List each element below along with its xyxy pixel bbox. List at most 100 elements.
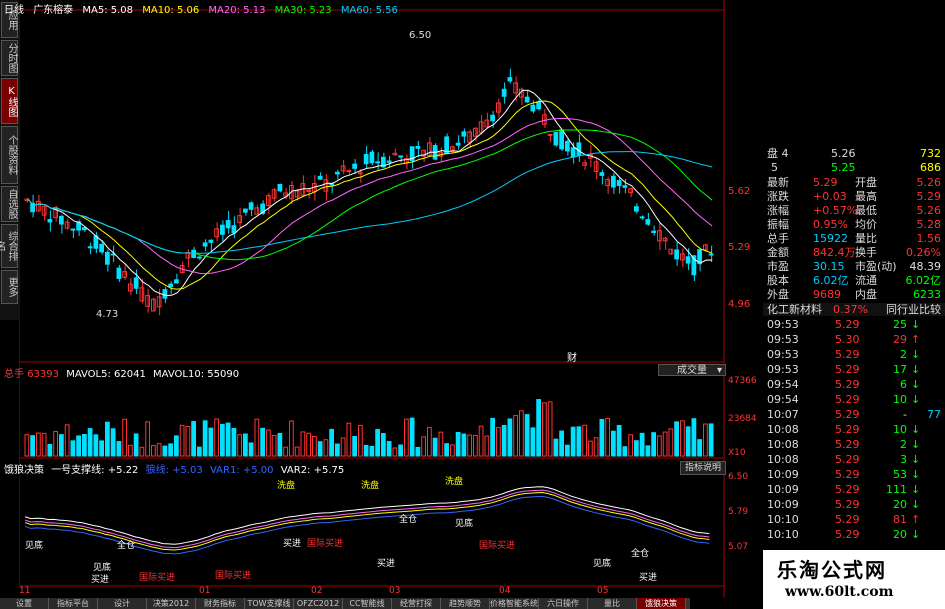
indicator-var2: VAR2: +5.75	[280, 465, 345, 476]
tick-volume: 53	[893, 468, 907, 481]
quote-row: 总手 15922 量比 1.56	[763, 232, 945, 245]
quote-row: 涨跌 +0.03 最高 5.29	[763, 190, 945, 203]
bottom-tab-7[interactable]: CC智能线	[343, 598, 392, 609]
volume-bar	[496, 426, 501, 457]
volume-bar	[323, 439, 329, 457]
candle-body	[93, 235, 99, 249]
date-tick: 03	[389, 586, 401, 596]
period-label[interactable]: 日线	[4, 5, 24, 16]
candle-body	[645, 219, 651, 225]
volume-bar	[507, 418, 513, 457]
finance-marker[interactable]: 财	[567, 349, 577, 364]
volume-bar	[168, 443, 173, 457]
quote-label: 市盈(动)	[855, 260, 897, 273]
indicator-help-button[interactable]: 指标说明	[680, 461, 726, 475]
left-tab-1[interactable]: 分时图	[1, 40, 18, 76]
tick-time: 09:54	[767, 393, 799, 406]
bottom-tab-11[interactable]: 六日操作	[539, 598, 588, 609]
volume-bar	[185, 425, 191, 457]
volume-bar	[392, 447, 398, 457]
ma60-value: MA60: 5.56	[340, 5, 398, 16]
indicator-signal-label: 见底	[593, 557, 611, 569]
volume-bar	[59, 434, 64, 457]
indicator-signal-label: 买进	[639, 572, 657, 583]
volume-bar	[133, 433, 139, 457]
left-tab-2[interactable]: K线图	[1, 78, 18, 124]
indicator-signal-label: 见底	[25, 539, 43, 551]
candle-body	[174, 279, 179, 284]
quote-label: 开盘	[855, 176, 877, 189]
bottom-tab-6[interactable]: OFZC2012	[294, 598, 343, 609]
stock-name: 广东榕泰	[33, 5, 74, 16]
arrow-down-icon: ↓	[911, 318, 921, 331]
volume-bar	[616, 424, 622, 457]
price-low-marker: 4.73	[96, 309, 119, 320]
indicator-signal-label: 买进	[377, 558, 395, 569]
volume-bar	[680, 420, 685, 457]
bottom-tab-5[interactable]: TOW支撑线	[245, 598, 294, 609]
tick-volume: 10	[893, 393, 907, 406]
quote-label: 总手	[767, 232, 789, 245]
bottom-tab-13[interactable]: 饿狼决策	[637, 598, 686, 609]
volume-bar	[306, 432, 311, 457]
left-tab-4[interactable]: 自选股	[1, 186, 18, 222]
volume-bar	[128, 444, 133, 457]
tick-time: 10:09	[767, 483, 799, 496]
volume-bar	[421, 436, 426, 457]
tick-row: 09:53 5.30 29 ↑	[763, 333, 945, 347]
left-tab-6[interactable]: 更多	[1, 270, 18, 304]
bottom-tab-0[interactable]: 设置	[0, 598, 49, 609]
arrow-down-icon: ↓	[911, 483, 921, 496]
candle-body	[507, 77, 513, 82]
indicator-signal-label: 国际买进	[215, 570, 251, 581]
bottom-tab-8[interactable]: 经营打探	[392, 598, 441, 609]
volume-bar	[404, 418, 409, 457]
indicator-signal-label: 洗盘	[277, 479, 295, 491]
volume-bar	[530, 427, 536, 457]
volume-value: 63393	[27, 369, 59, 380]
quote-row: 股本 6.02亿 流通 6.02亿	[763, 274, 945, 287]
candle-body	[622, 185, 628, 188]
quote-value: 30.15	[813, 260, 845, 273]
bid5-price: 5.25	[831, 161, 856, 174]
quote-row: 市盈 30.15 市盈(动) 48.39	[763, 260, 945, 273]
tick-time: 09:53	[767, 363, 799, 376]
industry-compare-link[interactable]: 同行业比较	[886, 303, 941, 316]
arrow-down-icon: ↓	[911, 423, 921, 436]
candle-body	[162, 289, 168, 299]
left-tab-5[interactable]: 综合排名	[0, 224, 18, 268]
volume-bar	[519, 410, 524, 457]
mavol5-value: MAVOL5: 62041	[66, 369, 146, 380]
candle-body	[191, 249, 196, 258]
candle-body	[490, 114, 495, 122]
bottom-tab-9[interactable]: 趋势顺势	[441, 598, 490, 609]
candle-body	[501, 88, 507, 97]
quote-value: +0.03	[813, 190, 847, 203]
volume-bar	[64, 424, 70, 457]
volume-bar	[553, 438, 559, 457]
kline-chart[interactable]: 洗盘 洗盘 洗盘见底见底见底见底全仓全仓全仓买进买进买进买进国际买进 国际买进国际买进…	[19, 0, 762, 598]
volume-indicator-dropdown[interactable]: 成交量 ▾	[658, 364, 726, 376]
candle-body	[570, 147, 576, 158]
bottom-tab-2[interactable]: 设计	[98, 598, 147, 609]
bottom-tab-4[interactable]: 财务指标	[196, 598, 245, 609]
bottom-tab-12[interactable]: 量比	[588, 598, 637, 609]
indicator-signal-label: 国际买进	[307, 538, 343, 549]
left-tab-3[interactable]: 个股资料	[1, 126, 18, 184]
volume-bar	[93, 434, 99, 457]
bottom-tab-1[interactable]: 指标平台	[49, 598, 98, 609]
volume-bar	[415, 446, 421, 457]
tick-row: 10:09 5.29 20 ↓	[763, 498, 945, 512]
candle-body	[398, 155, 403, 158]
bid4-price: 5.26	[831, 147, 856, 160]
candle-body	[47, 219, 53, 223]
tick-volume: 10	[893, 423, 907, 436]
volume-bar	[645, 445, 651, 457]
quote-value: 48.39	[909, 260, 942, 273]
bottom-tab-3[interactable]: 决策2012	[147, 598, 196, 609]
tick-price: 5.29	[835, 318, 860, 331]
bottom-tab-10[interactable]: 价格智能系统	[490, 598, 539, 609]
volume-bar	[41, 432, 47, 457]
ma20-line	[27, 117, 713, 274]
sector-row[interactable]: 化工新材料 0.37% 同行业比较	[763, 303, 945, 316]
